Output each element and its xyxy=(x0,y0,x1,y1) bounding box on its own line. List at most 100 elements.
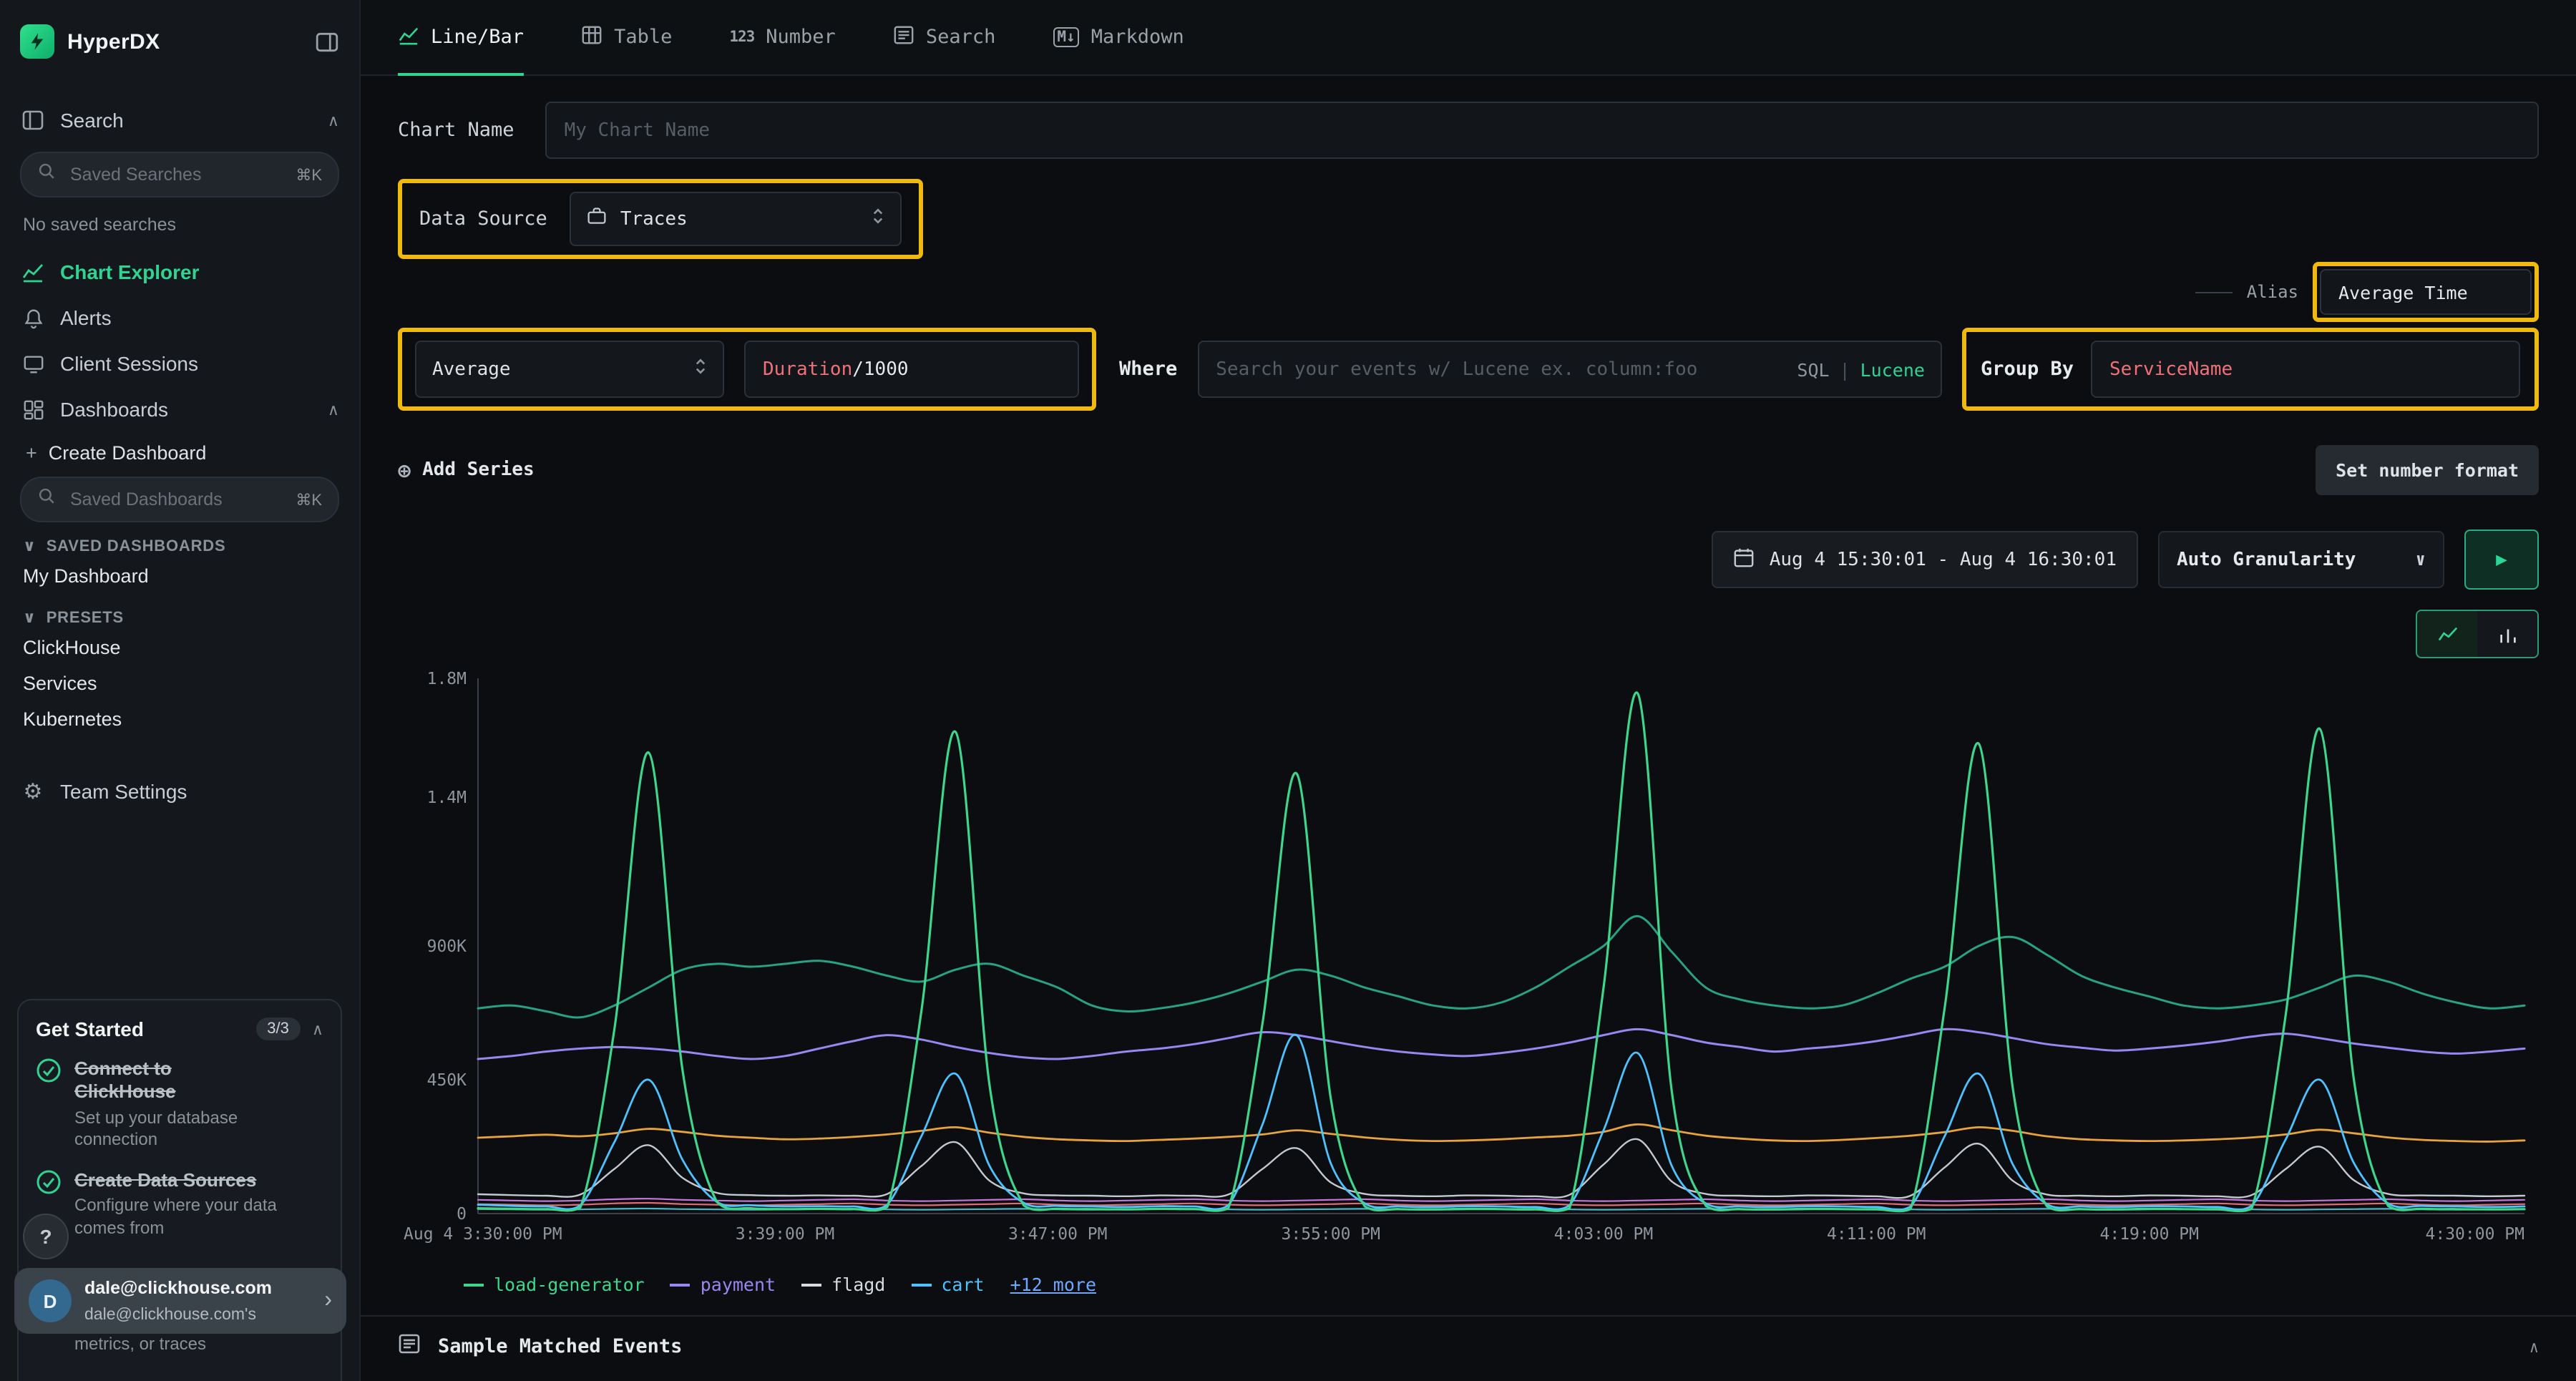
briefcase-icon xyxy=(587,206,608,232)
chevron-down-icon: ∨ xyxy=(23,537,36,555)
user-menu[interactable]: D dale@clickhouse.com dale@clickhouse.co… xyxy=(14,1268,346,1334)
add-series-label: Add Series xyxy=(422,459,535,481)
sidebar-item-search[interactable]: Search ∧ xyxy=(20,97,339,143)
aggregation-select[interactable]: Average xyxy=(415,341,724,398)
run-query-button[interactable]: ▶ xyxy=(2464,530,2539,590)
play-icon: ▶ xyxy=(2496,549,2507,570)
get-started-step[interactable]: Create Data Sources Configure where your… xyxy=(36,1168,323,1239)
alias-input[interactable] xyxy=(2320,269,2532,315)
tab-label: Line/Bar xyxy=(431,26,524,49)
saved-dashboards-field[interactable] xyxy=(67,488,284,511)
table-icon xyxy=(581,24,602,51)
tab-line-bar[interactable]: Line/Bar xyxy=(398,0,524,74)
sidebar-item-kubernetes[interactable]: Kubernetes xyxy=(20,701,339,737)
timeseries-chart[interactable]: 0450K900K1.4M1.8MAug 4 3:30:00 PM3:39:00… xyxy=(398,661,2539,1262)
sidebar-item-alerts[interactable]: Alerts xyxy=(20,295,339,341)
step-desc: Configure where your data comes from xyxy=(74,1195,289,1239)
svg-text:Aug 4 3:30:00 PM: Aug 4 3:30:00 PM xyxy=(404,1225,562,1244)
bar-view-toggle[interactable] xyxy=(2477,611,2537,657)
step-partial-text: metrics, or traces xyxy=(74,1334,323,1354)
saved-searches-field[interactable] xyxy=(67,163,284,186)
group-by-input[interactable] xyxy=(2091,341,2520,398)
group-by-label: Group By xyxy=(1981,358,2074,381)
display-type-tabs: Line/Bar Table 123 Number Search M↓ Ma xyxy=(361,0,2576,76)
presets-section[interactable]: ∨ PRESETS xyxy=(23,608,339,627)
tab-label: Table xyxy=(614,26,672,49)
updown-chevron-icon xyxy=(694,356,707,382)
sidebar-item-client-sessions[interactable]: Client Sessions xyxy=(20,341,339,386)
create-dashboard-button[interactable]: + Create Dashboard xyxy=(20,432,339,468)
search-icon xyxy=(37,162,56,187)
tab-markdown[interactable]: M↓ Markdown xyxy=(1053,0,1184,74)
svg-text:4:19:00 PM: 4:19:00 PM xyxy=(2100,1225,2199,1244)
sample-events-header[interactable]: Sample Matched Events ∧ xyxy=(361,1317,2576,1377)
saved-searches-input[interactable]: ⌘K xyxy=(20,152,339,197)
chevron-up-icon[interactable]: ∧ xyxy=(328,400,339,419)
sample-events-title: Sample Matched Events xyxy=(438,1335,2512,1358)
chevron-up-icon[interactable]: ∧ xyxy=(328,111,339,130)
field-expression-main: Duration xyxy=(763,358,852,380)
sidebar-item-label: Dashboards xyxy=(60,398,313,421)
legend-item[interactable]: payment xyxy=(670,1274,776,1295)
tab-search[interactable]: Search xyxy=(893,0,996,74)
chart-legend: load-generator payment flagd cart +12 more xyxy=(464,1274,2576,1295)
sidebar-item-services[interactable]: Services xyxy=(20,665,339,701)
data-source-select[interactable]: Traces xyxy=(570,192,902,246)
sidebar-item-my-dashboard[interactable]: My Dashboard xyxy=(20,558,339,594)
create-dashboard-label: Create Dashboard xyxy=(49,442,207,464)
bell-icon xyxy=(20,307,46,328)
chart-display-toggle-row xyxy=(361,610,2576,658)
legend-label: flagd xyxy=(831,1274,885,1295)
logo-row: HyperDX xyxy=(20,0,339,83)
avatar: D xyxy=(29,1279,72,1322)
granularity-select[interactable]: Auto Granularity ∨ xyxy=(2158,531,2444,588)
svg-text:4:03:00 PM: 4:03:00 PM xyxy=(1554,1225,1653,1244)
sidebar: HyperDX Search ∧ ⌘K No saved searches C xyxy=(0,0,361,1381)
saved-dashboards-input[interactable]: ⌘K xyxy=(20,477,339,522)
sidebar-item-chart-explorer[interactable]: Chart Explorer xyxy=(20,249,339,295)
chart-area: 0450K900K1.4M1.8MAug 4 3:30:00 PM3:39:00… xyxy=(361,661,2576,1268)
sample-events-section: Sample Matched Events ∧ Timestamp (Local… xyxy=(361,1315,2576,1381)
no-saved-searches-text: No saved searches xyxy=(20,206,339,249)
legend-more-link[interactable]: +12 more xyxy=(1010,1274,1096,1295)
calendar-icon xyxy=(1734,546,1755,573)
get-started-progress-badge: 3/3 xyxy=(255,1018,301,1040)
chart-display-toggle xyxy=(2416,610,2539,658)
tab-table[interactable]: Table xyxy=(581,0,672,74)
annotation-box-group-by: Group By xyxy=(1962,328,2539,411)
sidebar-item-label: Chart Explorer xyxy=(60,260,339,283)
number-123-icon: 123 xyxy=(729,29,754,46)
svg-text:4:11:00 PM: 4:11:00 PM xyxy=(1827,1225,1926,1244)
list-icon xyxy=(398,1332,421,1361)
legend-item[interactable]: load-generator xyxy=(464,1274,645,1295)
legend-label: cart xyxy=(941,1274,984,1295)
lucene-toggle[interactable]: Lucene xyxy=(1860,358,1925,380)
chevron-right-icon: › xyxy=(324,1288,332,1314)
sql-toggle[interactable]: SQL xyxy=(1797,358,1829,380)
legend-item[interactable]: flagd xyxy=(801,1274,885,1295)
field-expression-input[interactable]: Duration/1000 xyxy=(744,341,1079,398)
get-started-step[interactable]: Connect to ClickHouse Set up your databa… xyxy=(36,1058,323,1151)
sidebar-collapse-icon[interactable] xyxy=(315,29,339,54)
alias-label: Alias xyxy=(2247,282,2298,302)
monitor-icon xyxy=(20,353,46,374)
step-title: Create Data Sources xyxy=(74,1168,323,1192)
saved-dashboards-section[interactable]: ∨ SAVED DASHBOARDS xyxy=(23,537,339,555)
chevron-up-icon[interactable]: ∧ xyxy=(2529,1337,2539,1356)
granularity-value: Auto Granularity xyxy=(2177,549,2356,570)
sidebar-item-dashboards[interactable]: Dashboards ∧ xyxy=(20,386,339,432)
legend-item[interactable]: cart xyxy=(911,1274,984,1295)
sidebar-item-clickhouse[interactable]: ClickHouse xyxy=(20,630,339,665)
annotation-box-data-source: Data Source Traces xyxy=(398,179,924,259)
set-number-format-button[interactable]: Set number format xyxy=(2316,445,2539,495)
help-button[interactable]: ? xyxy=(23,1214,69,1259)
date-range-picker[interactable]: Aug 4 15:30:01 - Aug 4 16:30:01 xyxy=(1712,531,2138,588)
svg-text:900K: 900K xyxy=(427,937,467,956)
add-series-button[interactable]: ⊕ Add Series xyxy=(398,457,535,483)
sidebar-item-team-settings[interactable]: ⚙ Team Settings xyxy=(20,768,339,814)
chevron-up-icon[interactable]: ∧ xyxy=(312,1020,323,1038)
tab-number[interactable]: 123 Number xyxy=(729,0,836,74)
chart-name-input[interactable] xyxy=(546,102,2539,159)
line-view-toggle[interactable] xyxy=(2417,611,2477,657)
legend-swatch xyxy=(801,1283,821,1286)
